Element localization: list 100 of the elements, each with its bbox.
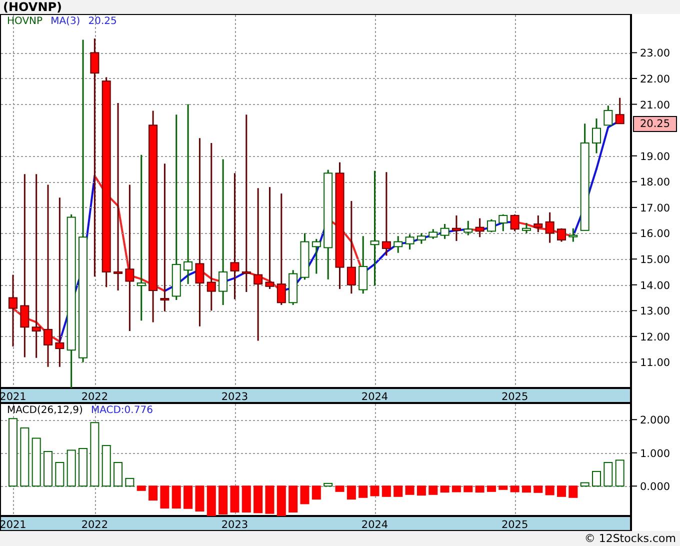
year-label: 2023	[221, 391, 248, 403]
macd-bar	[416, 486, 426, 496]
year-label: 2024	[361, 519, 388, 531]
candlestick	[358, 236, 368, 294]
year-label: 2023	[221, 519, 248, 531]
macd-bar	[148, 486, 158, 501]
year-label: 2021	[0, 391, 26, 403]
axis-label: 13.00	[640, 306, 670, 318]
macd-bar	[136, 486, 146, 491]
axis-label: 11.00	[640, 357, 670, 370]
macd-bar	[195, 486, 204, 512]
macd-bar	[78, 448, 88, 487]
macd-bar	[230, 486, 240, 512]
candlestick	[592, 118, 601, 154]
macd-bar	[522, 486, 531, 493]
year-label: 2024	[361, 391, 388, 403]
candlestick	[545, 212, 554, 243]
axis-label: 19.00	[640, 150, 670, 163]
axis-label: 22.00	[640, 73, 670, 86]
macd-bar	[114, 462, 123, 487]
macd-bar	[428, 486, 438, 495]
legend-label: MACD(26,12,9)	[7, 405, 83, 417]
year-label: 2021	[0, 519, 26, 531]
macd-bar	[592, 470, 601, 487]
macd-bar	[405, 486, 414, 495]
symbol-label: HOVNP	[7, 16, 43, 28]
macd-bar	[568, 486, 578, 498]
year-label: 2025	[501, 391, 528, 403]
candlestick	[510, 214, 520, 232]
macd-bar	[440, 486, 450, 493]
macd-bar	[312, 486, 321, 500]
macd-bar	[346, 486, 356, 500]
macd-bar	[288, 486, 298, 512]
macd-bar	[20, 427, 30, 487]
macd-bar	[8, 418, 18, 487]
macd-bar	[125, 478, 134, 487]
candlestick	[604, 106, 613, 126]
candlestick	[288, 270, 298, 305]
year-label: 2022	[81, 391, 108, 403]
macd-bar	[265, 486, 274, 514]
macd-bar	[534, 486, 543, 493]
macd-bar	[66, 450, 76, 487]
copyright-text: © 12Stocks.com	[584, 532, 676, 545]
axis-label: 21.00	[640, 99, 670, 112]
candlestick	[557, 228, 566, 242]
candlestick	[486, 219, 496, 232]
candlestick	[300, 233, 310, 280]
macd-bar	[510, 486, 520, 492]
macd-bar	[464, 486, 473, 492]
macd-bar	[615, 460, 624, 487]
macd-bar	[382, 486, 391, 497]
axis-label: 14.00	[640, 280, 670, 292]
macd-bar	[276, 486, 286, 516]
legend-value: 20.25	[88, 16, 117, 28]
macd-bar	[335, 486, 344, 492]
candlestick	[615, 98, 624, 124]
macd-bar	[172, 486, 181, 509]
axis-label: 1.000	[640, 448, 670, 460]
candlestick	[8, 274, 18, 346]
macd-bar	[486, 486, 496, 492]
candlestick	[440, 224, 450, 239]
candlestick	[452, 215, 461, 241]
axis-label: 18.00	[640, 176, 670, 189]
legend-value: MACD:0.776	[90, 405, 153, 417]
legend-label: MA(3)	[50, 16, 80, 28]
macd-bar	[254, 486, 263, 514]
candlestick	[394, 236, 403, 253]
chart-title: (HOVNP)	[3, 0, 62, 14]
price-tag: 20.25	[633, 116, 677, 132]
candlestick	[498, 214, 508, 232]
axis-label: 0.000	[640, 481, 670, 494]
macd-bar	[452, 486, 461, 492]
macd-bar	[498, 486, 508, 490]
macd-bar	[160, 486, 170, 509]
candlestick	[416, 233, 426, 244]
macd-bar	[44, 451, 52, 487]
macd-bar	[475, 486, 484, 493]
macd-bar	[206, 486, 216, 516]
candlestick	[475, 218, 484, 238]
macd-bar	[557, 486, 566, 497]
candlestick	[522, 222, 531, 234]
axis-label: 2.000	[640, 414, 670, 427]
year-label: 2022	[81, 519, 108, 531]
macd-bar	[545, 486, 554, 496]
macd-bar	[184, 486, 193, 509]
candlestick	[534, 215, 543, 232]
macd-bar	[102, 445, 111, 487]
macd-bar	[358, 486, 368, 498]
axis-label: 15.00	[640, 254, 670, 266]
macd-bar	[242, 486, 251, 512]
candlestick	[312, 238, 321, 274]
candlestick	[568, 228, 578, 242]
macd-bar	[55, 462, 64, 487]
macd-bar	[90, 422, 100, 487]
axis-label: 12.00	[640, 331, 670, 344]
candlestick	[405, 234, 414, 250]
axis-label: 17.00	[640, 202, 670, 214]
axis-label: 16.00	[640, 228, 670, 240]
macd-bar	[324, 482, 333, 487]
macd-bar	[394, 486, 403, 497]
